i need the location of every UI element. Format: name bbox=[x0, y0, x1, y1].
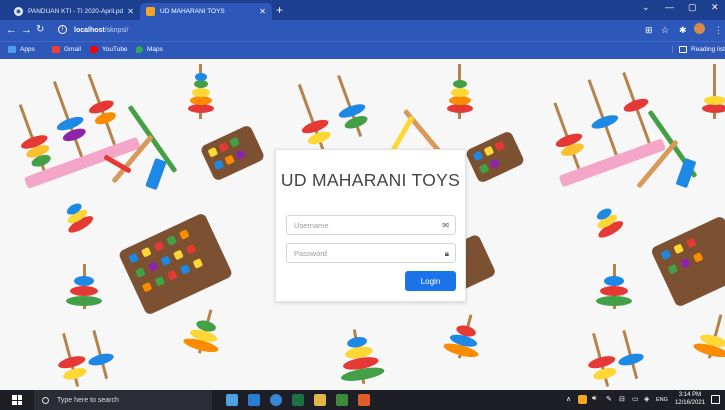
taskbar-search-placeholder: Type here to search bbox=[57, 396, 119, 404]
stacking-ring-toy-image bbox=[60, 264, 110, 314]
extensions-puzzle-icon[interactable]: ✱ bbox=[679, 25, 687, 36]
show-hidden-icons-chevron-icon[interactable]: ∧ bbox=[566, 395, 571, 403]
bookmark-apps[interactable]: Apps bbox=[8, 46, 35, 53]
abacus-toy-image bbox=[4, 321, 126, 390]
bookmark-label: Maps bbox=[147, 46, 163, 53]
wifi-icon[interactable]: ◈ bbox=[644, 395, 649, 403]
tray-app-icon[interactable] bbox=[578, 395, 587, 404]
reading-list-label: Reading list bbox=[691, 46, 725, 53]
username-field[interactable]: ✉ bbox=[286, 215, 456, 235]
site-favicon-icon bbox=[146, 7, 155, 16]
xampp-app-icon[interactable] bbox=[358, 394, 370, 406]
lock-icon: 🔒︎ bbox=[444, 249, 449, 258]
bookmark-label: YouTube bbox=[102, 46, 128, 53]
bookmark-maps[interactable]: Maps bbox=[136, 46, 163, 53]
stacking-ring-toy-image bbox=[684, 308, 725, 369]
taskbar-clock[interactable]: 3:14 PM 12/16/2021 bbox=[675, 392, 705, 407]
network-icon[interactable]: ⊟ bbox=[619, 395, 625, 403]
reading-list-button[interactable]: Reading list bbox=[672, 46, 725, 53]
login-button[interactable]: Login bbox=[405, 271, 456, 291]
close-window-icon[interactable]: ✕ bbox=[711, 2, 719, 13]
clock-time: 3:14 PM bbox=[678, 392, 702, 398]
username-input[interactable] bbox=[294, 220, 434, 230]
chrome-app-icon[interactable] bbox=[336, 394, 348, 406]
reading-list-icon bbox=[679, 46, 687, 53]
browser-toolbar: ← → ↻ i localhost /sknpsi/ ⊞ ☆ ✱ ⋮ bbox=[0, 20, 725, 41]
notification-center-icon[interactable] bbox=[711, 395, 720, 404]
stacking-ring-toy-image bbox=[700, 64, 725, 124]
password-field[interactable]: 🔒︎ bbox=[286, 243, 456, 263]
bookmark-gmail[interactable]: Gmail bbox=[52, 46, 81, 53]
bookmarks-bar: Apps Gmail YouTube Maps Reading list bbox=[0, 41, 725, 59]
close-tab-icon[interactable]: ✕ bbox=[127, 7, 134, 16]
stacking-ring-toy-image bbox=[434, 308, 495, 369]
profile-avatar-icon[interactable] bbox=[694, 23, 705, 34]
language-indicator[interactable]: ENG bbox=[656, 397, 668, 403]
taskbar-search-box[interactable]: Type here to search bbox=[34, 390, 212, 410]
bookmark-youtube[interactable]: YouTube bbox=[90, 46, 128, 53]
site-info-icon[interactable]: i bbox=[58, 25, 67, 34]
speaker-icon[interactable]: 🔊︎ bbox=[592, 395, 596, 403]
tab-label: PANDUAN KTI - TI 2020-April.pdf bbox=[28, 8, 124, 15]
word-app-icon[interactable] bbox=[248, 394, 260, 406]
envelope-icon: ✉ bbox=[442, 221, 449, 230]
search-icon bbox=[42, 396, 49, 404]
url-path: /sknpsi/ bbox=[104, 27, 129, 34]
forward-arrow-icon[interactable]: → bbox=[21, 24, 32, 36]
login-card: UD MAHARANI TOYS ✉ 🔒︎ Login bbox=[275, 149, 466, 302]
login-title: UD MAHARANI TOYS bbox=[280, 170, 461, 190]
stacking-ring-toy-image bbox=[325, 324, 395, 390]
maps-pin-icon bbox=[136, 46, 143, 53]
alphabet-board-toy-image bbox=[650, 215, 725, 308]
kebab-menu-icon[interactable]: ⋮ bbox=[714, 25, 723, 36]
alphabet-board-toy-image bbox=[117, 212, 234, 316]
new-tab-plus-icon[interactable]: + bbox=[276, 3, 283, 17]
maximize-icon[interactable]: ▢ bbox=[688, 2, 697, 13]
tab-label: UD MAHARANI TOYS bbox=[160, 8, 225, 15]
url-host: localhost bbox=[74, 27, 105, 34]
file-explorer-icon[interactable] bbox=[314, 394, 326, 406]
edge-app-icon[interactable] bbox=[270, 394, 282, 406]
clock-date: 12/16/2021 bbox=[674, 399, 705, 406]
minimize-icon[interactable]: — bbox=[665, 2, 674, 12]
close-tab-icon[interactable]: ✕ bbox=[259, 7, 266, 16]
page-background: UD MAHARANI TOYS ✉ 🔒︎ Login bbox=[0, 59, 725, 390]
tab-maharani-toys[interactable]: UD MAHARANI TOYS ✕ bbox=[140, 3, 272, 20]
abacus-toy-image bbox=[534, 321, 656, 390]
stacking-ring-toy-image bbox=[583, 197, 638, 252]
gmail-icon bbox=[52, 46, 60, 53]
stacking-ring-toy-image bbox=[590, 264, 640, 314]
pen-icon[interactable]: ✎ bbox=[606, 395, 612, 403]
bookmark-label: Gmail bbox=[64, 46, 81, 53]
back-arrow-icon[interactable]: ← bbox=[6, 24, 17, 36]
battery-icon[interactable]: ▭ bbox=[632, 395, 639, 403]
tab-search-chevron-icon[interactable]: ⌄ bbox=[642, 2, 650, 13]
excel-app-icon[interactable] bbox=[292, 394, 304, 406]
stacking-ring-toy-image bbox=[174, 303, 235, 364]
install-app-icon[interactable]: ⊞ bbox=[645, 25, 653, 36]
tab-panduan-pdf[interactable]: ◉ PANDUAN KTI - TI 2020-April.pdf ✕ bbox=[8, 3, 140, 20]
apps-grid-icon bbox=[8, 46, 16, 53]
task-view-icon[interactable] bbox=[226, 394, 238, 406]
bookmark-star-icon[interactable]: ☆ bbox=[661, 25, 669, 36]
password-input[interactable] bbox=[294, 248, 434, 258]
bookmark-label: Apps bbox=[20, 46, 35, 53]
letter-board-toy-image bbox=[464, 130, 526, 184]
address-bar[interactable]: i localhost /sknpsi/ bbox=[54, 23, 634, 38]
wooden-tools-toy-image bbox=[103, 99, 210, 199]
browser-tab-strip: ◉ PANDUAN KTI - TI 2020-April.pdf ✕ UD M… bbox=[0, 0, 725, 20]
stacking-ring-toy-image bbox=[53, 192, 108, 247]
windows-start-icon[interactable] bbox=[12, 395, 22, 405]
chrome-favicon-icon: ◉ bbox=[14, 7, 23, 16]
youtube-icon bbox=[90, 46, 98, 53]
reload-icon[interactable]: ↻ bbox=[36, 24, 44, 36]
windows-taskbar: Type here to search ∧ 🔊︎ ✎ ⊟ ▭ ◈ ENG 3:1… bbox=[0, 390, 725, 410]
